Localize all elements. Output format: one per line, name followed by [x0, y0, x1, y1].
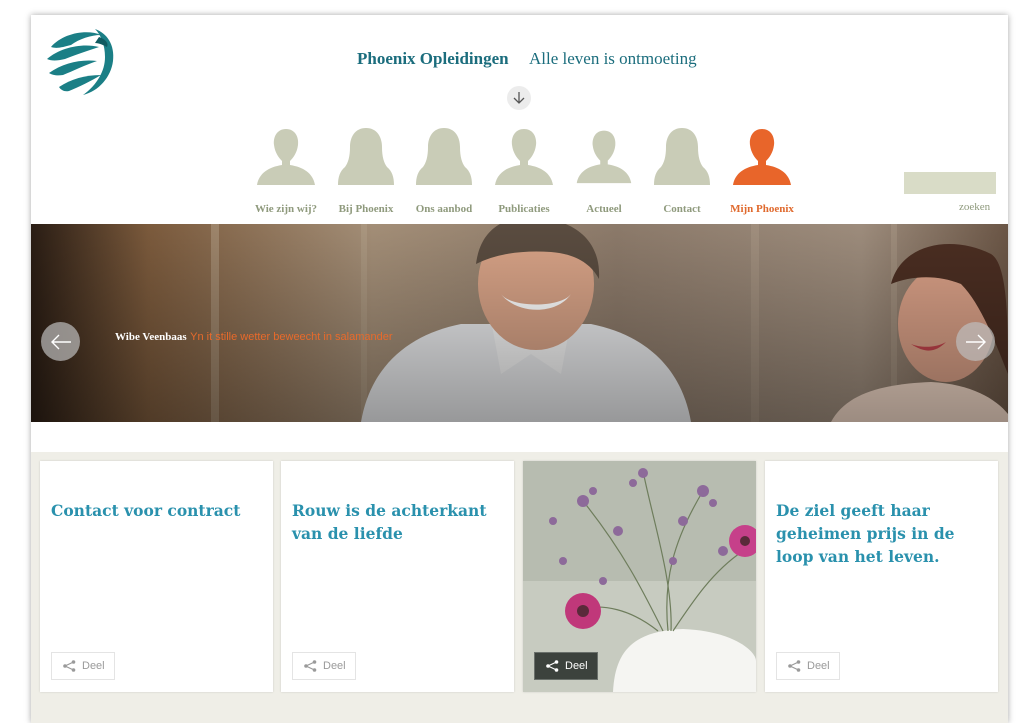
- site-title[interactable]: Phoenix Opleidingen: [357, 49, 509, 69]
- share-icon: [546, 660, 559, 672]
- female-silhouette-icon: [416, 128, 472, 185]
- scroll-down-button[interactable]: [507, 86, 531, 110]
- nav-item-wie-zijn-wij[interactable]: Wie zijn wij?: [245, 125, 327, 225]
- share-label: Deel: [565, 660, 588, 672]
- nav-item-ons-aanbod[interactable]: Ons aanbod: [405, 125, 483, 225]
- card-contact-voor-contract[interactable]: Contact voor contract Deel: [40, 461, 273, 692]
- phoenix-logo[interactable]: [43, 25, 117, 97]
- search-input[interactable]: [904, 172, 996, 194]
- card-rouw[interactable]: Rouw is de achterkant van de liefde Deel: [281, 461, 514, 692]
- nav-label: Actueel: [586, 203, 622, 215]
- share-label: Deel: [82, 660, 105, 672]
- share-label: Deel: [323, 660, 346, 672]
- site-tagline: Alle leven is ontmoeting: [529, 49, 697, 68]
- male-silhouette-icon: [733, 129, 791, 185]
- hero-quote[interactable]: Yn it stille wetter beweecht in salamand…: [190, 331, 392, 343]
- nav-item-bij-phoenix[interactable]: Bij Phoenix: [327, 125, 405, 225]
- card-title[interactable]: Rouw is de achterkant van de liefde: [292, 499, 502, 545]
- card-image-flowers[interactable]: Deel: [523, 461, 756, 692]
- hero-name[interactable]: Wibe Veenbaas: [115, 331, 187, 343]
- share-label: Deel: [807, 660, 830, 672]
- female-silhouette-icon: [654, 128, 710, 185]
- card-de-ziel[interactable]: De ziel geeft haar geheimen prijs in de …: [765, 461, 998, 692]
- nav-item-actueel[interactable]: Actueel: [565, 125, 643, 225]
- male-silhouette-icon: [257, 129, 315, 185]
- search-label[interactable]: zoeken: [959, 201, 990, 213]
- card-title[interactable]: Contact voor contract: [51, 499, 261, 522]
- female-silhouette-icon: [338, 128, 394, 185]
- cards-section: Contact voor contract Deel Rouw is de ac…: [31, 452, 1008, 723]
- page-frame: Phoenix Opleidingen Alle leven is ontmoe…: [31, 15, 1008, 723]
- share-button[interactable]: Deel: [51, 652, 115, 680]
- male-silhouette-icon: [576, 130, 632, 184]
- arrow-down-icon: [513, 92, 525, 104]
- share-button[interactable]: Deel: [292, 652, 356, 680]
- nav-item-publicaties[interactable]: Publicaties: [483, 125, 565, 225]
- arrow-right-icon: [965, 334, 986, 349]
- share-button[interactable]: Deel: [534, 652, 598, 680]
- share-icon: [788, 660, 801, 672]
- nav-item-contact[interactable]: Contact: [643, 125, 721, 225]
- hero-photo: [31, 224, 1008, 422]
- nav-label: Bij Phoenix: [338, 203, 394, 215]
- arrow-left-icon: [50, 334, 71, 349]
- next-slide-button[interactable]: [956, 322, 995, 361]
- nav-label: Mijn Phoenix: [730, 203, 794, 215]
- prev-slide-button[interactable]: [41, 322, 80, 361]
- share-icon: [63, 660, 76, 672]
- card-title[interactable]: De ziel geeft haar geheimen prijs in de …: [776, 499, 986, 568]
- nav-label: Wie zijn wij?: [254, 203, 318, 215]
- nav-item-mijn-phoenix[interactable]: Mijn Phoenix: [721, 125, 803, 225]
- share-icon: [304, 660, 317, 672]
- nav-label: Ons aanbod: [415, 203, 473, 215]
- hero-caption: Wibe Veenbaas Yn it stille wetter beweec…: [115, 330, 393, 343]
- main-nav: Wie zijn wij? Bij Phoenix Ons aanbod Pub…: [245, 125, 803, 225]
- nav-label: Contact: [663, 203, 701, 215]
- male-silhouette-icon: [495, 129, 553, 185]
- share-button[interactable]: Deel: [776, 652, 840, 680]
- hero-slider: Wibe Veenbaas Yn it stille wetter beweec…: [31, 224, 1008, 422]
- nav-label: Publicaties: [498, 203, 550, 215]
